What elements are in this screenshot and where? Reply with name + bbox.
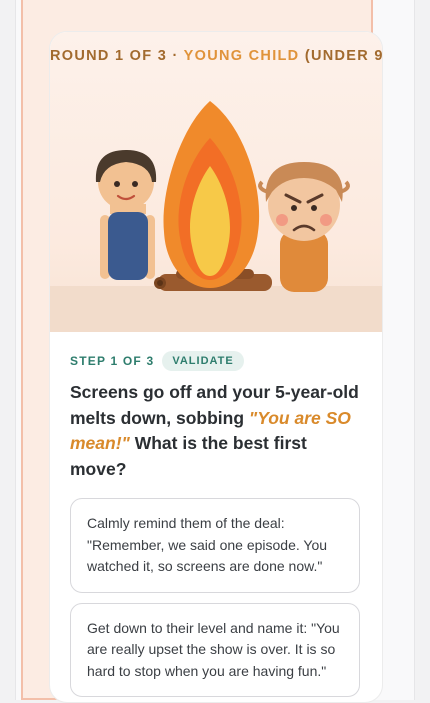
audience-rest: (UNDER 9): [304, 48, 383, 64]
campfire-scene: [50, 101, 382, 332]
answer-option-1-text: Calmly remind them of the deal: "Remembe…: [87, 515, 328, 574]
step-row: STEP 1 OF 3 VALIDATE: [70, 348, 362, 374]
round-indicator: ROUND 1 OF 3 · YOUNG CHILD (UNDER 9): [50, 48, 382, 64]
step-badge: VALIDATE: [162, 351, 244, 371]
round-label: ROUND 1 OF 3 ·: [50, 48, 179, 64]
scene-illustration: ROUND 1 OF 3 · YOUNG CHILD (UNDER 9): [50, 32, 382, 332]
answer-option-1[interactable]: Calmly remind them of the deal: "Remembe…: [70, 498, 360, 593]
campfire: [154, 101, 272, 291]
step-label: STEP 1 OF 3: [70, 354, 155, 368]
ground: [50, 286, 382, 332]
audience-accent: YOUNG CHILD: [183, 48, 300, 64]
question-panel: STEP 1 OF 3 VALIDATE Screens go off and …: [70, 348, 362, 697]
answer-option-2[interactable]: Get down to their level and name it: "Yo…: [70, 602, 360, 697]
answer-option-2-text: Get down to their level and name it: "Yo…: [87, 619, 340, 679]
scenario-card: ROUND 1 OF 3 · YOUNG CHILD (UNDER 9) STE…: [49, 31, 383, 703]
calm-child-figure: [95, 150, 157, 280]
question-text: Screens go off and your 5-year-old melts…: [70, 380, 362, 482]
angry-child-figure: [258, 162, 350, 292]
